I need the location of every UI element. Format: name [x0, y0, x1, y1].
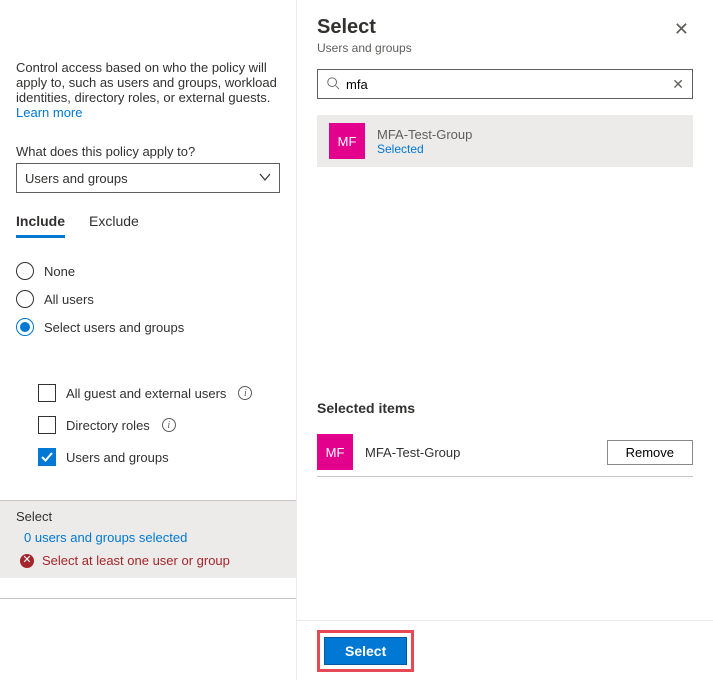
selection-error: ✕ Select at least one user or group — [16, 553, 280, 568]
radio-none-label: None — [44, 264, 75, 279]
selection-summary: Select 0 users and groups selected ✕ Sel… — [0, 500, 296, 578]
blade-subtitle: Users and groups — [317, 41, 412, 55]
select-blade: Select Users and groups ✕ ✕ MF MFA-Test-… — [296, 0, 713, 680]
checkbox-guest-users[interactable] — [38, 384, 56, 402]
selection-header: Select — [16, 509, 280, 524]
result-name: MFA-Test-Group — [377, 127, 472, 142]
blade-footer: Select — [297, 620, 713, 680]
select-button[interactable]: Select — [324, 637, 407, 665]
avatar: MF — [317, 434, 353, 470]
select-button-highlight: Select — [317, 630, 414, 672]
search-input[interactable] — [340, 76, 684, 93]
tab-exclude[interactable]: Exclude — [89, 213, 139, 238]
dropdown-value: Users and groups — [25, 171, 128, 186]
apply-to-dropdown[interactable]: Users and groups — [16, 163, 280, 193]
selected-item-name: MFA-Test-Group — [365, 445, 595, 460]
selected-items-header: Selected items — [317, 400, 693, 416]
checkbox-directory-roles[interactable] — [38, 416, 56, 434]
apply-to-label: What does this policy apply to? — [16, 144, 280, 159]
result-status: Selected — [377, 142, 472, 156]
learn-more-link[interactable]: Learn more — [16, 105, 280, 120]
selected-item-row: MF MFA-Test-Group Remove — [317, 428, 693, 477]
error-icon: ✕ — [20, 554, 34, 568]
radio-select-users[interactable] — [16, 318, 34, 336]
info-icon[interactable]: i — [238, 386, 252, 400]
include-exclude-tabs: Include Exclude — [16, 213, 280, 238]
chevron-down-icon — [259, 171, 271, 186]
policy-description: Control access based on who the policy w… — [16, 60, 280, 105]
search-input-wrapper[interactable]: ✕ — [317, 69, 693, 99]
radio-select-users-label: Select users and groups — [44, 320, 184, 335]
search-result-row[interactable]: MF MFA-Test-Group Selected — [317, 115, 693, 167]
tab-include[interactable]: Include — [16, 213, 65, 238]
selection-error-text: Select at least one user or group — [42, 553, 230, 568]
search-icon — [326, 76, 340, 93]
policy-assignment-panel: Control access based on who the policy w… — [0, 0, 296, 680]
radio-all-users[interactable] — [16, 290, 34, 308]
avatar: MF — [329, 123, 365, 159]
checkbox-users-groups-label: Users and groups — [66, 450, 169, 465]
checkbox-directory-roles-label: Directory roles — [66, 418, 150, 433]
close-icon[interactable]: ✕ — [670, 16, 693, 42]
radio-all-users-label: All users — [44, 292, 94, 307]
radio-none[interactable] — [16, 262, 34, 280]
remove-button[interactable]: Remove — [607, 440, 693, 465]
info-icon[interactable]: i — [162, 418, 176, 432]
blade-title: Select — [317, 16, 412, 39]
divider — [0, 598, 296, 599]
clear-icon[interactable]: ✕ — [672, 76, 684, 93]
selection-count-link[interactable]: 0 users and groups selected — [16, 530, 280, 545]
checkbox-guest-users-label: All guest and external users — [66, 386, 226, 401]
checkbox-users-groups[interactable] — [38, 448, 56, 466]
